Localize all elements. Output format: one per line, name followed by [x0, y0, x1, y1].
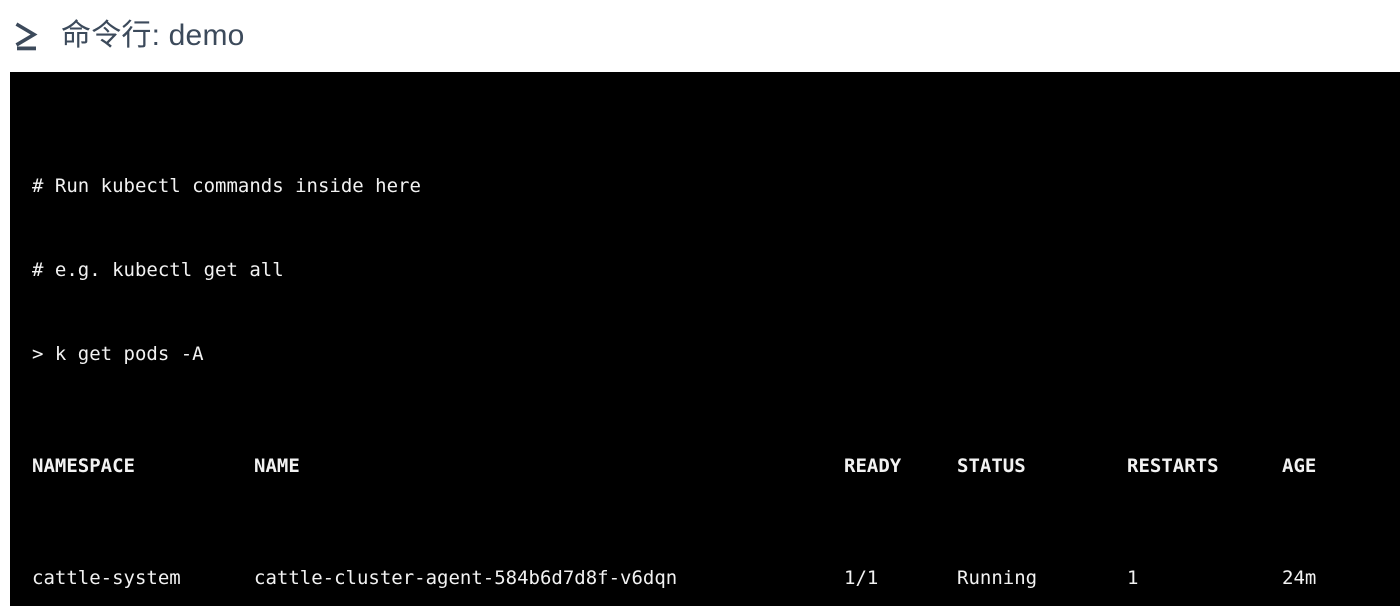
- cell-name: cattle-cluster-agent-584b6d7d8f-v6dqn: [254, 567, 678, 589]
- column-header-name: NAME: [254, 455, 300, 477]
- cell-restarts: 1: [1127, 567, 1139, 589]
- terminal-comment-line: # e.g. kubectl get all: [32, 259, 284, 281]
- column-header-restarts: RESTARTS: [1127, 455, 1219, 477]
- terminal-prompt-icon: [15, 22, 38, 51]
- column-header-namespace: NAMESPACE: [32, 455, 135, 477]
- table-row: cattle-system cattle-cluster-agent-584b6…: [32, 564, 1400, 592]
- cell-namespace: cattle-system: [32, 567, 181, 589]
- cell-status: Running: [957, 567, 1038, 589]
- column-header-ready: READY: [844, 455, 902, 477]
- terminal-command-line: > k get pods -A: [32, 343, 204, 365]
- column-header-age: AGE: [1282, 455, 1317, 477]
- cell-ready: 1/1: [844, 567, 879, 589]
- cell-age: 24m: [1282, 567, 1317, 589]
- terminal-panel[interactable]: # Run kubectl commands inside here # e.g…: [10, 72, 1400, 606]
- terminal-comment-line: # Run kubectl commands inside here: [32, 175, 421, 197]
- page-header: 命令行: demo: [0, 0, 1400, 72]
- page-title: 命令行: demo: [61, 19, 245, 52]
- terminal-output: # Run kubectl commands inside here # e.g…: [10, 88, 1400, 606]
- column-header-status: STATUS: [957, 455, 1026, 477]
- table-header-row: NAMESPACE NAME READY STATUS RESTARTS AGE: [32, 452, 1400, 480]
